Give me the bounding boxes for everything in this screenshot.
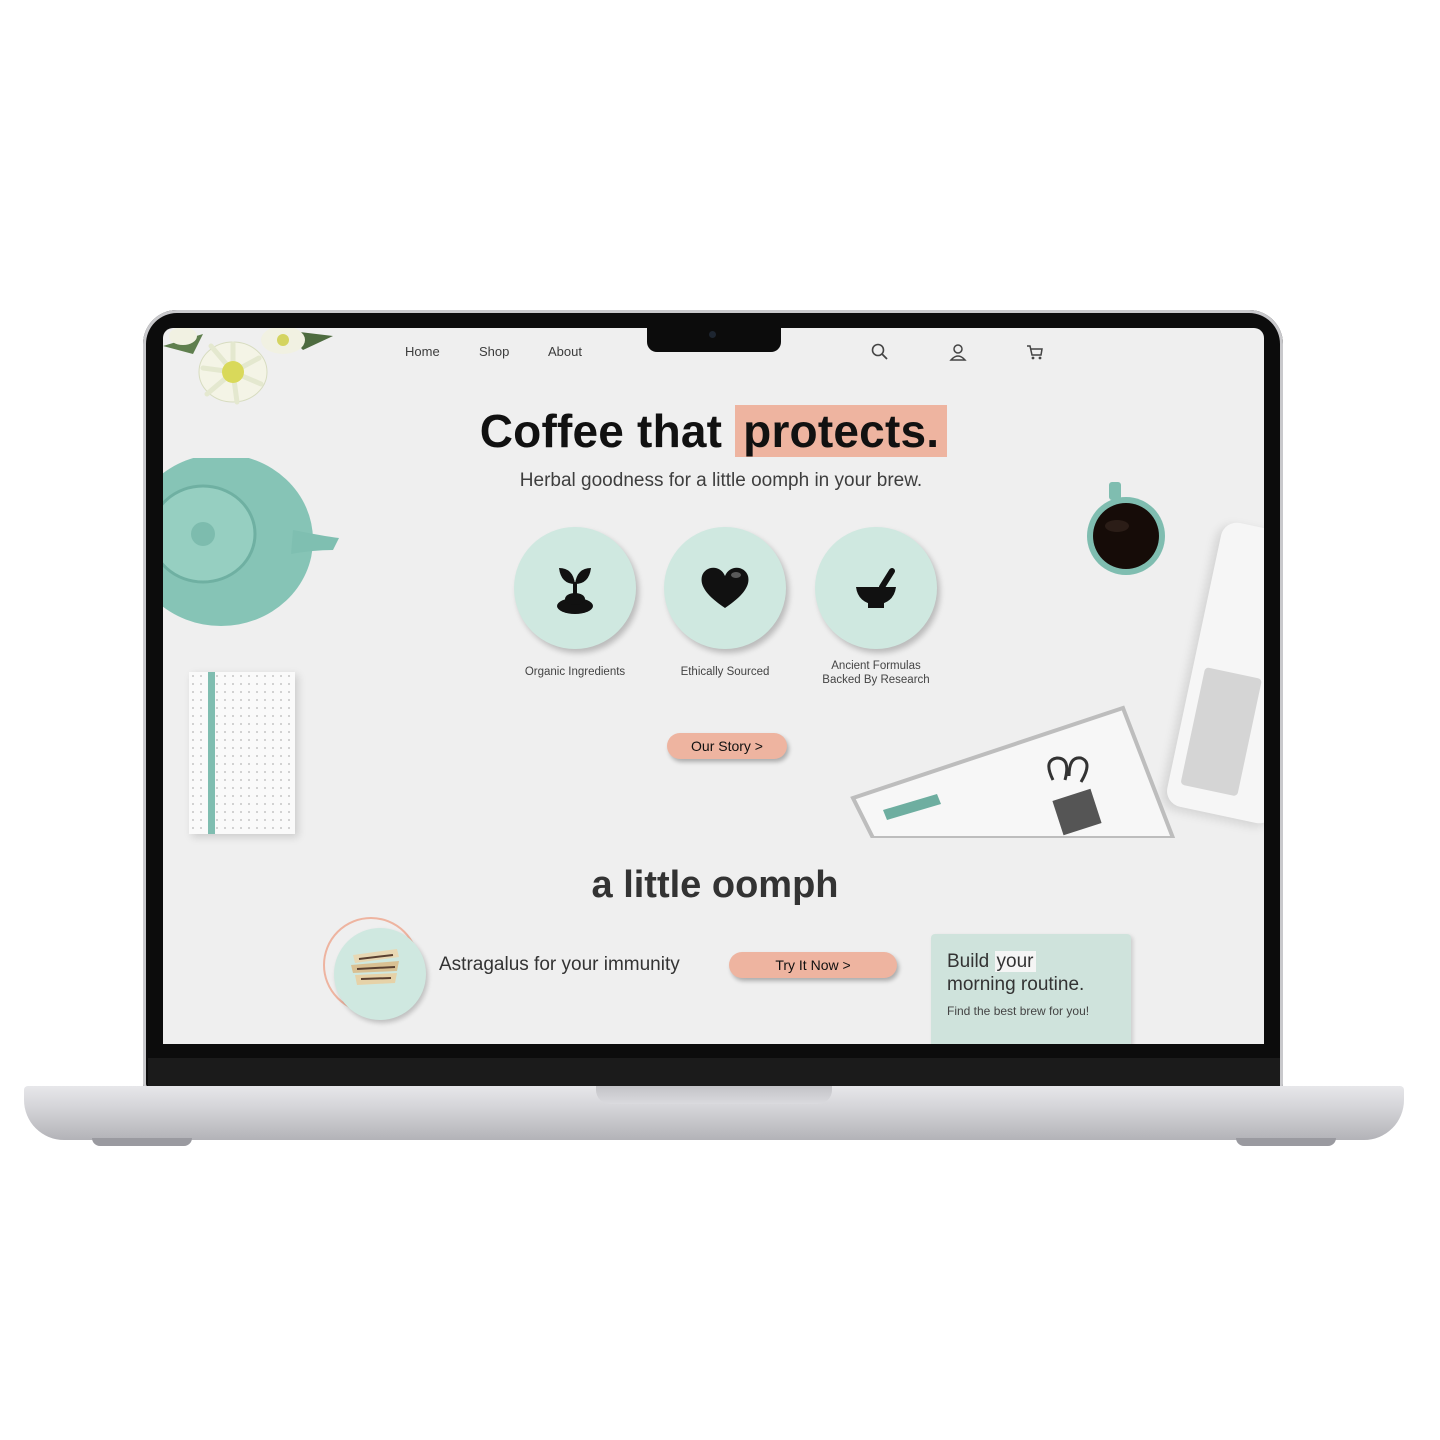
camera-notch — [647, 328, 781, 352]
laptop-base — [24, 1086, 1404, 1140]
section-title: a little oomph — [591, 864, 839, 906]
hero-subtitle: Herbal goodness for a little oomph in yo… — [519, 470, 923, 491]
heart-icon — [701, 567, 749, 608]
routine-card-subtitle: Find the best brew for you! — [947, 1004, 1090, 1018]
feature-circle — [815, 527, 937, 649]
notebook-decoration — [189, 672, 295, 834]
laptop-foot-left — [92, 1138, 192, 1146]
camera-icon — [709, 331, 716, 338]
search-icon[interactable] — [870, 342, 890, 362]
laptop-chin — [148, 1058, 1280, 1088]
flowers-decoration — [163, 328, 333, 405]
nav-link-about[interactable]: About — [548, 344, 582, 359]
hero-title-main: Coffee that — [479, 405, 723, 457]
cart-icon[interactable] — [1025, 342, 1045, 362]
try-it-now-button[interactable]: Try It Now > — [729, 952, 897, 978]
feature-label-line2: Backed By Research — [822, 674, 930, 686]
user-icon[interactable] — [948, 342, 968, 362]
coffee-cup-decoration — [1087, 482, 1165, 575]
routine-card-title-build: Build — [947, 951, 990, 972]
routine-card-title: Build your morning routine. — [947, 950, 1084, 996]
routine-card-title-line2: morning routine. — [947, 974, 1085, 995]
feature-circle — [664, 527, 786, 649]
astragalus-root-icon — [351, 949, 399, 985]
hero-title: Coffee that protects. — [163, 404, 1264, 458]
laptop-opening-notch — [596, 1086, 832, 1104]
nav-link-shop[interactable]: Shop — [479, 344, 509, 359]
hero-title-highlight: protects. — [735, 405, 948, 457]
feature-label: Ancient Formulas Backed By Research — [776, 659, 976, 687]
feature-label-line1: Ancient Formulas — [831, 660, 921, 672]
mortar-pestle-icon — [856, 568, 896, 608]
laptop-foot-right — [1236, 1138, 1336, 1146]
sprout-icon — [557, 568, 593, 614]
routine-card[interactable]: Build your morning routine. Find the bes… — [931, 934, 1131, 1044]
routine-card-title-your: your — [994, 951, 1036, 972]
nav-link-home[interactable]: Home — [405, 344, 440, 359]
feature-circle — [514, 527, 636, 649]
product-image — [323, 917, 426, 1020]
product-text: Astragalus for your immunity — [439, 954, 680, 975]
clipboard-decoration — [850, 705, 1176, 838]
laptop-screen: Home Shop About Coffee that protects. He… — [163, 328, 1264, 1044]
our-story-button[interactable]: Our Story > — [667, 733, 787, 759]
feature-ancient: Ancient Formulas Backed By Research — [776, 527, 976, 687]
